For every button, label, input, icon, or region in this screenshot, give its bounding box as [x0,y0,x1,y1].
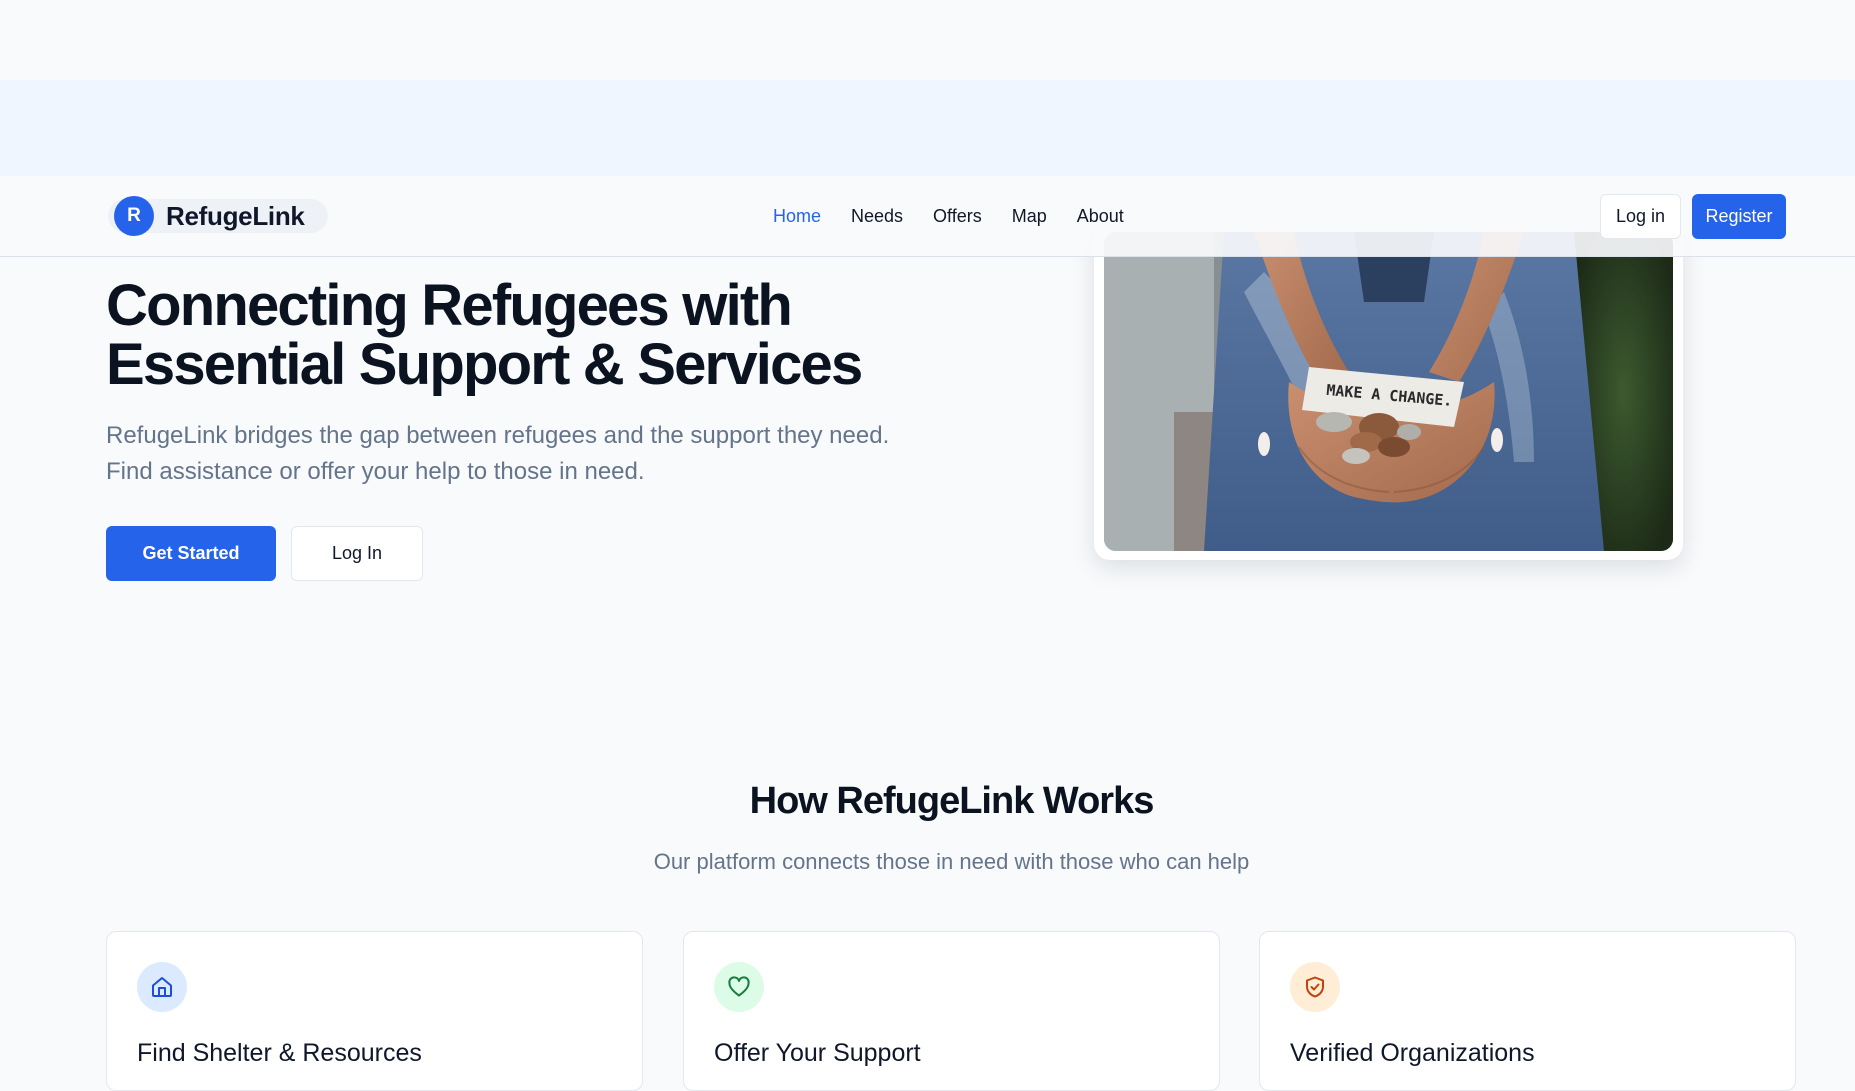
hero-subtitle: RefugeLink bridges the gap between refug… [106,418,986,490]
site-header: R RefugeLink Home Needs Offers Map About… [0,176,1855,257]
feature-card-shelter[interactable]: Find Shelter & Resources [106,931,643,1091]
hero-photo: MAKE A CHANGE. [1104,232,1673,551]
hero-image-card: MAKE A CHANGE. [1094,222,1683,560]
main-nav: Home Needs Offers Map About [773,176,1124,257]
feature-card-support[interactable]: Offer Your Support [683,931,1220,1091]
heart-icon [714,962,764,1012]
hero-login-button[interactable]: Log In [291,526,423,581]
nav-offers[interactable]: Offers [933,206,982,227]
hero-title-line-2: Essential Support & Services [106,332,863,397]
nav-home[interactable]: Home [773,206,821,227]
feature-card-title: Verified Organizations [1290,1039,1535,1067]
feature-card-title: Offer Your Support [714,1039,921,1067]
logo-badge: R [114,196,154,236]
header-register-button[interactable]: Register [1692,194,1786,239]
logo-name: RefugeLink [166,200,305,231]
how-it-works-title: How RefugeLink Works [749,780,1155,822]
top-banner-band [0,80,1855,176]
get-started-button[interactable]: Get Started [106,526,276,581]
logo[interactable]: R RefugeLink [108,196,328,236]
hero-title: Connecting Refugees with Essential Suppo… [106,276,1006,394]
how-it-works-subtitle: Our platform connects those in need with… [653,849,1250,874]
feature-card-verified[interactable]: Verified Organizations [1259,931,1796,1091]
hero-title-line-1: Connecting Refugees with [106,273,793,338]
nav-map[interactable]: Map [1012,206,1047,227]
hero-subtitle-line-1: RefugeLink bridges the gap between refug… [106,422,890,449]
header-login-button[interactable]: Log in [1600,194,1681,239]
nav-needs[interactable]: Needs [851,206,903,227]
hero-subtitle-line-2: Find assistance or offer your help to th… [106,458,645,485]
nav-about[interactable]: About [1077,206,1124,227]
home-icon [137,962,187,1012]
feature-card-title: Find Shelter & Resources [137,1039,422,1067]
shield-check-icon [1290,962,1340,1012]
